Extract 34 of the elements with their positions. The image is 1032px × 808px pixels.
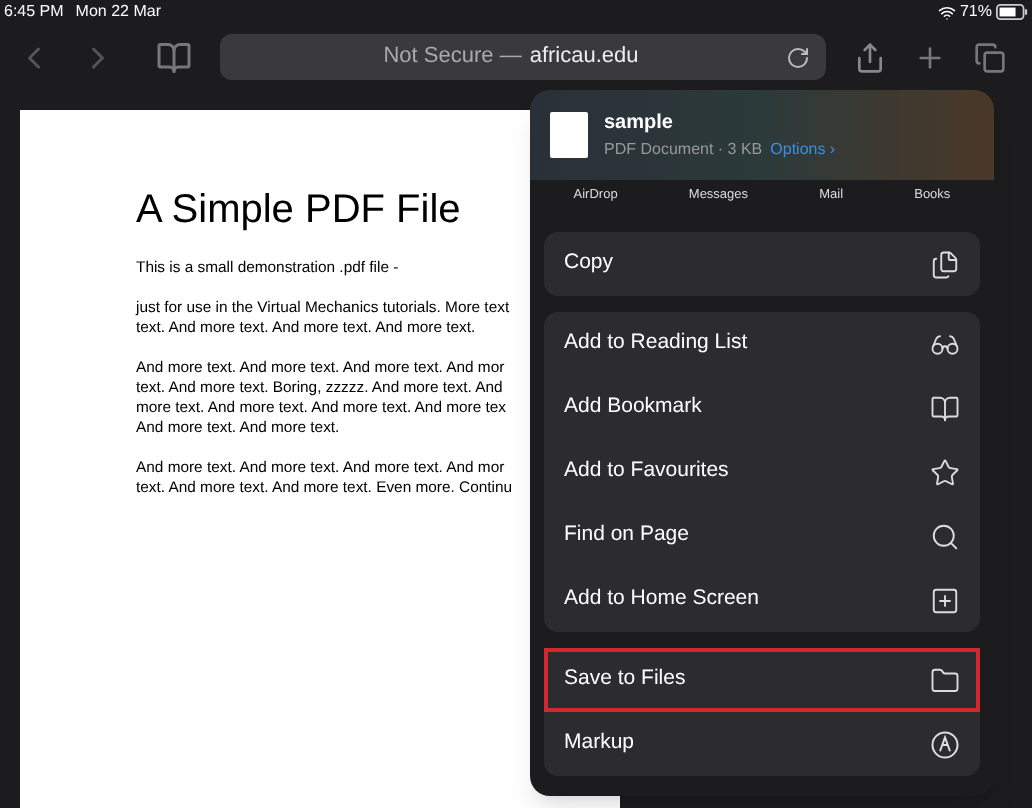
file-details: PDF Document · 3 KB [604, 138, 763, 162]
file-thumbnail [550, 112, 588, 158]
reload-icon[interactable] [786, 45, 810, 69]
book-icon[interactable] [156, 39, 192, 75]
battery-percent: 71% [959, 0, 992, 24]
domain-text: africau.edu [529, 42, 639, 73]
document-title: A Simple PDF File [136, 186, 461, 234]
copy-icon [930, 249, 960, 279]
markup-icon [930, 729, 960, 759]
plus-icon[interactable] [914, 41, 946, 73]
action-item[interactable]: Add to Reading List [544, 312, 980, 376]
star-icon [930, 457, 960, 487]
action-item[interactable]: Add to Home Screen [544, 568, 980, 632]
tabs-icon[interactable] [974, 41, 1006, 73]
battery-icon [996, 4, 1028, 20]
share-icon[interactable] [854, 41, 886, 73]
security-label: Not Secure — [383, 42, 522, 73]
search-icon [930, 521, 960, 551]
status-date: Mon 22 Mar [75, 0, 161, 24]
action-item[interactable]: Add to Favourites [544, 440, 980, 504]
action-item[interactable]: Find on Page [544, 504, 980, 568]
wifi-icon [937, 3, 956, 21]
options-link[interactable]: Options › [770, 138, 836, 162]
book-icon [930, 393, 960, 423]
folder-icon [930, 665, 960, 695]
plus-square-icon [930, 585, 960, 615]
action-item[interactable]: Save to Files [544, 648, 980, 712]
action-item[interactable]: Add Bookmark [544, 376, 980, 440]
glasses-icon [930, 329, 960, 359]
status-time: 6:45 PM [4, 0, 64, 24]
file-name: sample [604, 110, 675, 138]
action-item[interactable]: Markup [544, 712, 980, 776]
action-item[interactable]: Copy [544, 232, 980, 296]
address-bar[interactable]: Not Secure — africau.edu [220, 34, 826, 80]
